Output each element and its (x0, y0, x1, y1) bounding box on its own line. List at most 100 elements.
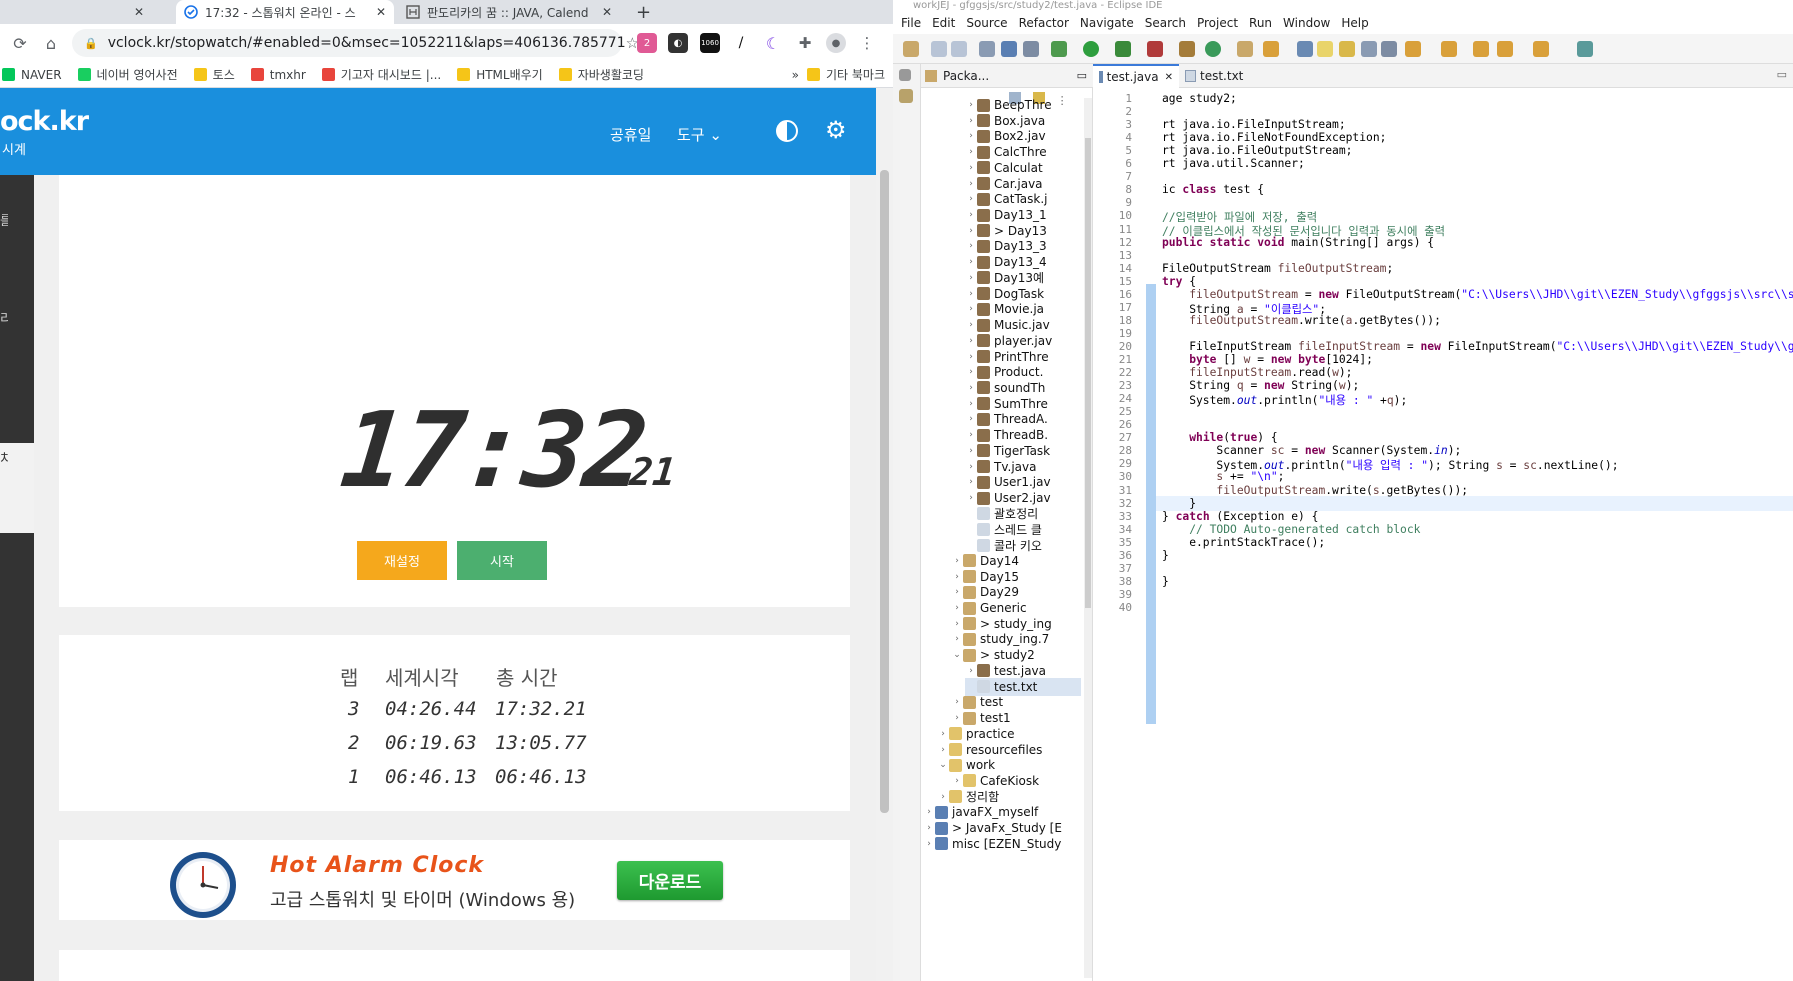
code-line[interactable]: while(true) { (1162, 431, 1277, 444)
collapsed-arrow-icon[interactable]: › (923, 839, 935, 849)
collapsed-arrow-icon[interactable]: › (923, 807, 935, 817)
git-icon[interactable] (899, 89, 913, 103)
code-line[interactable]: fileOutputStream = new FileOutputStream(… (1162, 288, 1793, 301)
collapsed-arrow-icon[interactable]: › (923, 823, 935, 833)
menu-help[interactable]: Help (1341, 16, 1368, 30)
expanded-arrow-icon[interactable]: ⌄ (937, 760, 949, 770)
editor-tab-test-txt[interactable]: test.txt (1179, 64, 1259, 88)
nav-holiday[interactable]: 공휴일 (610, 124, 651, 145)
close-tab-icon[interactable]: ✕ (602, 5, 612, 19)
collapsed-arrow-icon[interactable]: › (951, 619, 963, 629)
code-line[interactable]: } (1162, 575, 1169, 588)
settings-gear-icon[interactable]: ⚙ (825, 116, 847, 144)
console-icon[interactable] (1001, 41, 1017, 57)
menu-file[interactable]: File (901, 16, 921, 30)
collapsed-arrow-icon[interactable]: › (965, 304, 977, 314)
code-line[interactable]: fileOutputStream.write(a.getBytes()); (1162, 314, 1441, 327)
collapsed-arrow-icon[interactable]: › (965, 336, 977, 346)
code-line[interactable]: age study2; (1162, 92, 1237, 105)
collapsed-arrow-icon[interactable]: › (965, 163, 977, 173)
collapsed-arrow-icon[interactable]: › (965, 399, 977, 409)
code-line[interactable]: try { (1162, 275, 1196, 288)
tab-first[interactable]: ✕ (0, 0, 152, 24)
save-icon[interactable] (931, 41, 947, 57)
code-line[interactable]: e.printStackTrace(); (1162, 536, 1325, 549)
nav-tools[interactable]: 도구 ⌄ (677, 124, 722, 145)
whitespace-icon[interactable] (1381, 41, 1397, 57)
code-line[interactable]: rt java.io.FileInputStream; (1162, 118, 1346, 131)
collapsed-arrow-icon[interactable]: › (965, 179, 977, 189)
extension-counter-icon[interactable]: 1060 (700, 33, 720, 53)
external-tools-icon[interactable] (1147, 41, 1163, 57)
close-tab-icon[interactable]: ✕ (134, 5, 144, 19)
collapsed-arrow-icon[interactable]: › (951, 697, 963, 707)
code-line[interactable]: ic class test { (1162, 183, 1264, 196)
page-scrollbar[interactable] (876, 88, 893, 981)
collapsed-arrow-icon[interactable]: › (965, 383, 977, 393)
bookmark-toss[interactable]: 토스 (193, 66, 235, 83)
start-button[interactable]: 시작 (457, 541, 547, 580)
last-edit-icon[interactable] (1473, 41, 1489, 57)
code-line[interactable]: byte [] w = new byte[1024]; (1162, 353, 1373, 366)
sidebar-item[interactable]: 를 (0, 210, 8, 229)
profile-avatar-icon[interactable]: ● (826, 33, 846, 53)
new-class-icon[interactable] (1205, 41, 1221, 57)
collapsed-arrow-icon[interactable]: › (951, 776, 963, 786)
code-line[interactable]: FileInputStream fileInputStream = new Fi… (1162, 340, 1793, 353)
collapsed-arrow-icon[interactable]: › (965, 666, 977, 676)
expanded-arrow-icon[interactable]: ⌄ (951, 650, 963, 660)
package-explorer-tab[interactable]: Packa... ▭ (921, 64, 1093, 88)
site-logo[interactable]: ock.kr (0, 106, 89, 137)
block-selection-icon[interactable] (1339, 41, 1355, 57)
browser-menu-icon[interactable]: ⋮ (857, 33, 877, 53)
sidebar-item[interactable]: 리 (0, 308, 8, 327)
other-bookmarks[interactable]: 기타 북마크 (806, 66, 885, 83)
collapsed-arrow-icon[interactable]: › (965, 289, 977, 299)
menu-source[interactable]: Source (966, 16, 1007, 30)
bookmark-naver[interactable]: NAVER (2, 68, 62, 82)
run-icon[interactable] (1083, 41, 1099, 57)
code-line[interactable]: } (1162, 549, 1169, 562)
code-line[interactable]: Scanner sc = new Scanner(System.in); (1162, 444, 1461, 457)
collapsed-arrow-icon[interactable]: › (965, 273, 977, 283)
perspective-icon[interactable] (1577, 41, 1593, 57)
reset-button[interactable]: 재설정 (357, 541, 447, 580)
collapsed-arrow-icon[interactable]: › (965, 430, 977, 440)
code-line[interactable]: } (1162, 497, 1196, 510)
new-tab-button[interactable]: + (628, 0, 658, 24)
collapsed-arrow-icon[interactable]: › (965, 477, 977, 487)
collapsed-arrow-icon[interactable]: › (937, 729, 949, 739)
tree-item[interactable]: › misc [EZEN_Study (923, 835, 1081, 853)
code-line[interactable]: rt java.util.Scanner; (1162, 157, 1305, 170)
url-input[interactable]: 🔒 vclock.kr/stopwatch/#enabled=0&msec=10… (72, 29, 639, 57)
code-line[interactable]: s += "\n"; (1162, 470, 1284, 483)
collapsed-arrow-icon[interactable]: › (951, 634, 963, 644)
home-icon[interactable]: ⌂ (40, 32, 62, 54)
collapsed-arrow-icon[interactable]: › (965, 493, 977, 503)
code-line[interactable]: fileOutputStream.write(s.getBytes()); (1162, 484, 1468, 497)
collapsed-arrow-icon[interactable]: › (965, 116, 977, 126)
next-annotation-icon[interactable] (1405, 41, 1421, 57)
highlight-icon[interactable] (1317, 41, 1333, 57)
menu-run[interactable]: Run (1249, 16, 1272, 30)
collapsed-arrow-icon[interactable]: › (965, 352, 977, 362)
prev-annotation-icon[interactable] (1441, 41, 1457, 57)
collapsed-arrow-icon[interactable]: › (965, 446, 977, 456)
explorer-scrollbar-thumb[interactable] (1085, 138, 1091, 608)
collapsed-arrow-icon[interactable]: › (965, 241, 977, 251)
code-line[interactable]: public static void main(String[] args) { (1162, 236, 1434, 249)
code-line[interactable]: rt java.io.FileOutputStream; (1162, 144, 1352, 157)
open-type-icon[interactable] (1237, 41, 1253, 57)
collapsed-arrow-icon[interactable]: › (965, 257, 977, 267)
new-icon[interactable] (903, 41, 919, 57)
bookmark-dashboard[interactable]: 기고자 대시보드 |... (321, 66, 441, 83)
code-line[interactable]: fileInputStream.read(w); (1162, 366, 1352, 379)
collapsed-arrow-icon[interactable]: › (965, 414, 977, 424)
sidebar-item[interactable]: 치 (0, 448, 8, 467)
close-tab-icon[interactable]: ✕ (1165, 72, 1173, 83)
terminal-icon[interactable] (979, 41, 995, 57)
menu-project[interactable]: Project (1197, 16, 1238, 30)
close-tab-icon[interactable]: ✕ (376, 5, 386, 19)
bookmark-tmxhr[interactable]: tmxhr (250, 68, 306, 82)
collapsed-arrow-icon[interactable]: › (937, 792, 949, 802)
